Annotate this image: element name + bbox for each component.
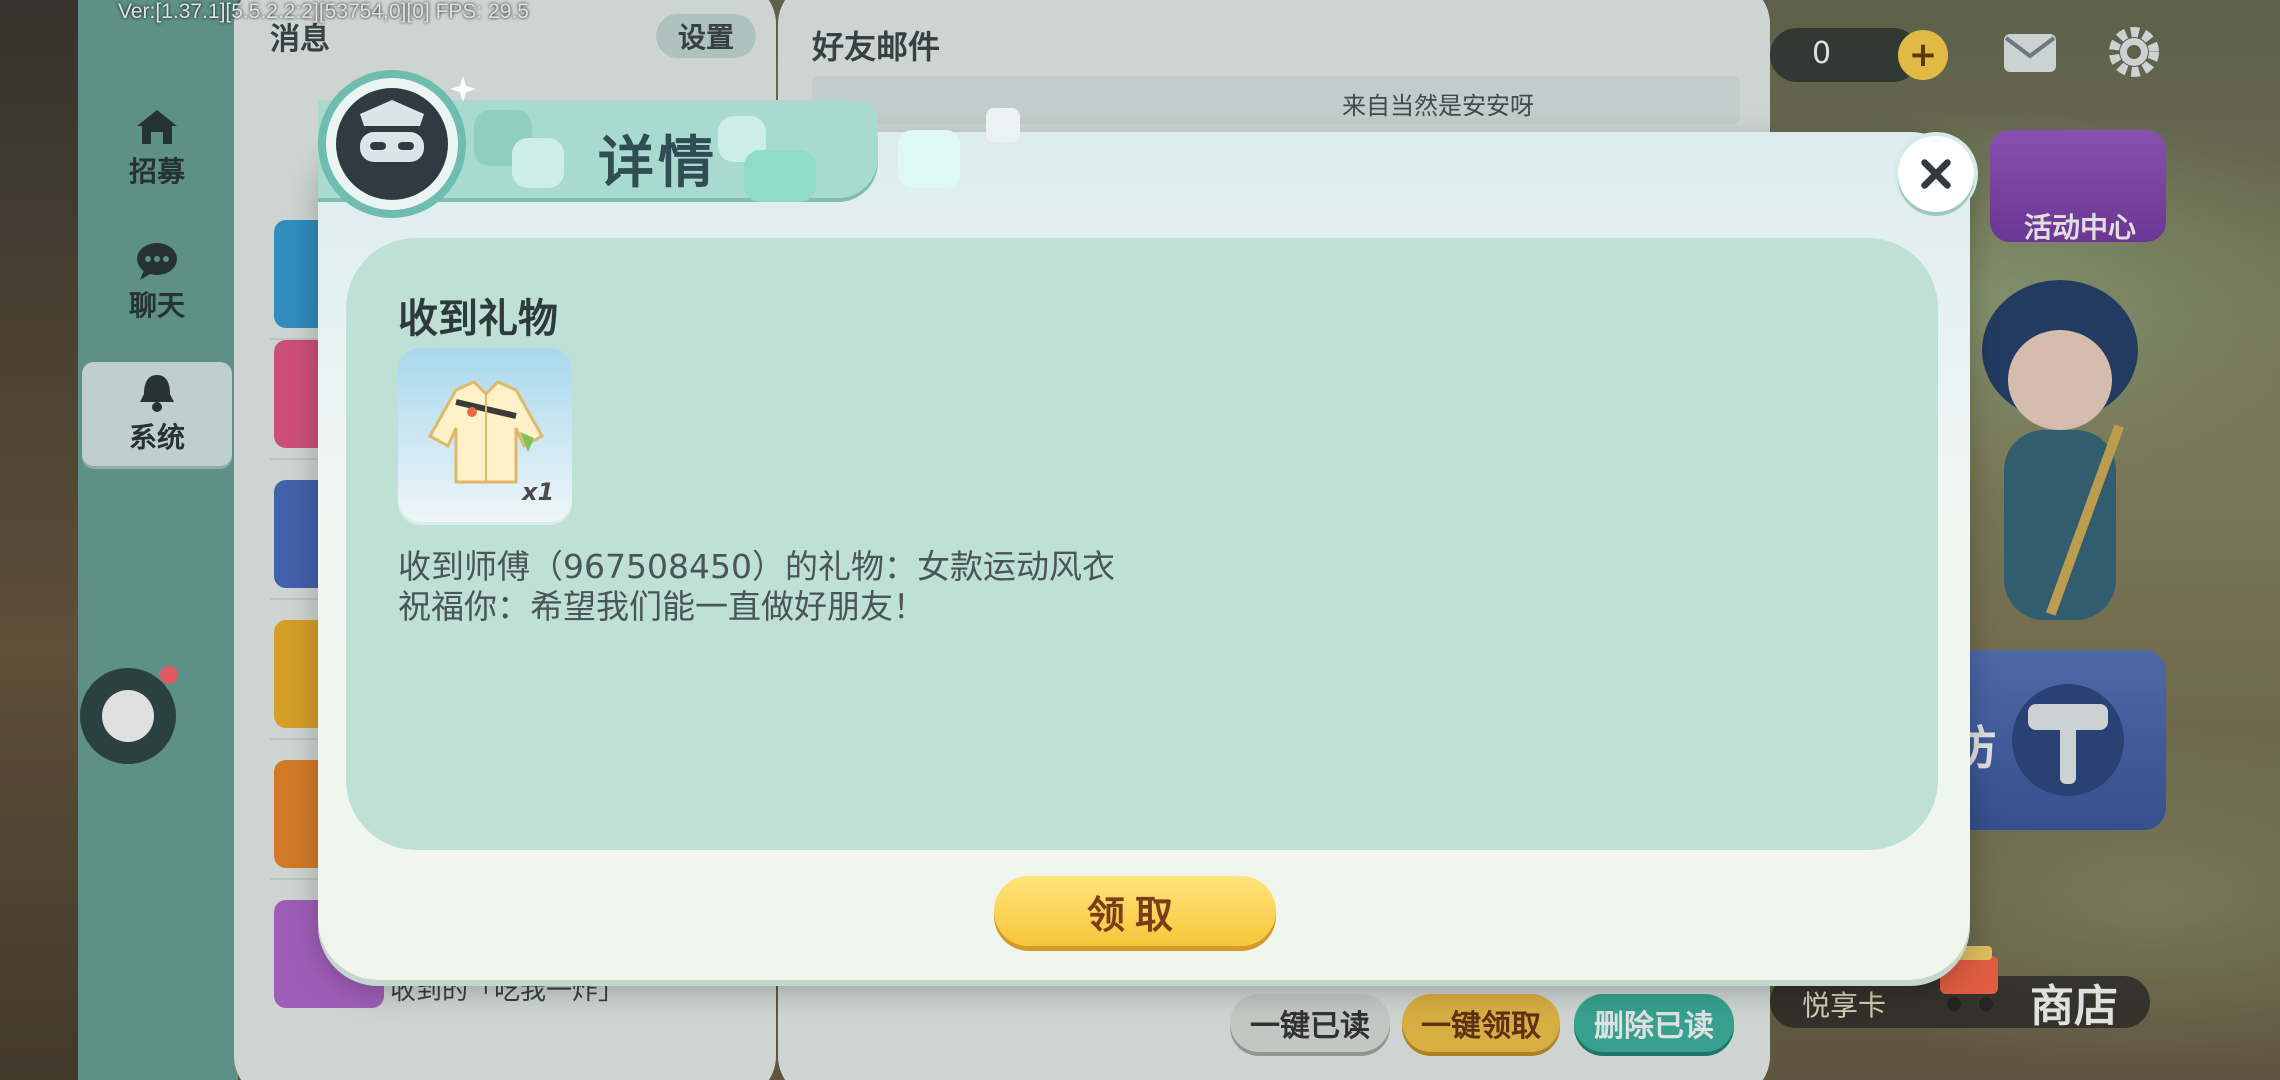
decor-bubble <box>834 102 878 146</box>
ninja-avatar-icon <box>336 88 448 200</box>
jacket-icon <box>427 380 545 484</box>
gift-item-count: x1 <box>522 478 555 506</box>
close-button[interactable] <box>1898 136 1974 212</box>
sparkle-icon <box>450 76 476 102</box>
dialog-title: 详情 <box>598 131 718 196</box>
decor-bubble <box>986 108 1020 142</box>
decor-bubble <box>512 138 564 188</box>
decor-bubble <box>744 150 816 202</box>
gift-section-title: 收到礼物 <box>398 296 558 342</box>
decor-bubble <box>898 130 960 188</box>
claim-button[interactable]: 领取 <box>994 876 1276 946</box>
gift-blessing: 祝福你：希望我们能一直做好朋友！ <box>398 587 926 626</box>
close-icon <box>1921 159 1951 189</box>
